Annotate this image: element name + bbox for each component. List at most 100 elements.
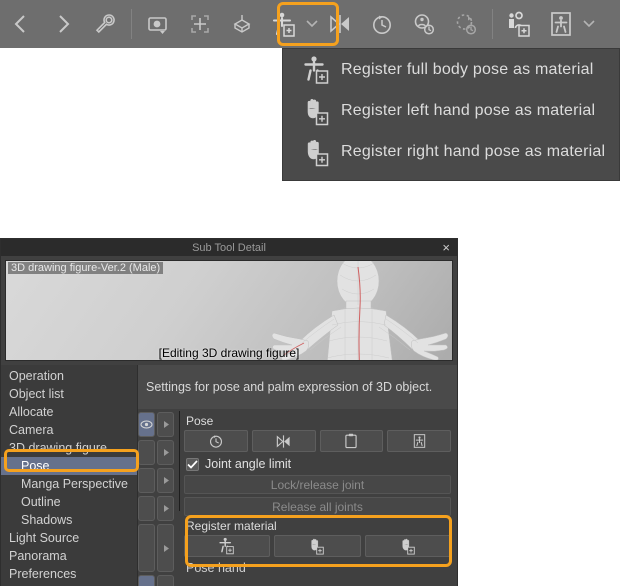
register-pose-dropdown-chevron[interactable]	[305, 2, 319, 46]
paste-pose-button[interactable]	[319, 430, 384, 452]
eye-icon[interactable]	[138, 496, 155, 521]
panel-content-pane: Settings for pose and palm expression of…	[138, 365, 457, 586]
tool-settings-button[interactable]	[84, 2, 126, 46]
register-material-section: Register material	[184, 519, 451, 557]
pose-section-label: Pose	[186, 414, 214, 428]
head-rotate-icon	[412, 12, 436, 36]
panel-title-bar: Sub Tool Detail ×	[1, 239, 457, 256]
left-hand-plus-icon	[297, 96, 337, 126]
eye-icon[interactable]	[138, 412, 155, 437]
rotate-object-button[interactable]	[221, 2, 263, 46]
two-figures-plus-icon	[506, 11, 532, 37]
sidebar-item-pose[interactable]: Pose	[1, 457, 137, 475]
toolbar	[0, 0, 620, 48]
rotate-dashed-button[interactable]	[445, 2, 487, 46]
head-rotate-button[interactable]	[403, 2, 445, 46]
sidebar-item-object-list[interactable]: Object list	[1, 385, 137, 403]
figure-plus-icon	[271, 11, 297, 37]
sidebar-item-panorama[interactable]: Panorama	[1, 547, 137, 565]
register-pose-material-button[interactable]	[263, 2, 305, 46]
menu-item-label: Register full body pose as material	[341, 60, 594, 78]
move-crosshair-icon	[188, 12, 212, 36]
full-body-figure-plus-icon	[297, 55, 337, 85]
sidebar-item-allocate[interactable]: Allocate	[1, 403, 137, 421]
eye-icon[interactable]	[138, 524, 155, 572]
wrench-icon	[93, 12, 117, 36]
sidebar-item-light-source[interactable]: Light Source	[1, 529, 137, 547]
menu-item-label: Register right hand pose as material	[341, 142, 606, 160]
rotate-dashed-icon	[454, 12, 478, 36]
toolbar-overflow-chevron[interactable]	[582, 2, 596, 46]
camera-angle-button[interactable]	[137, 2, 179, 46]
joint-angle-limit-checkbox[interactable]	[186, 457, 199, 471]
camera-icon	[146, 12, 170, 36]
eye-icon[interactable]	[138, 468, 155, 493]
sidebar-item-camera[interactable]: Camera	[1, 421, 137, 439]
toolbar-separator-2	[492, 9, 493, 39]
sidebar-item-3d-drawing-figure[interactable]: 3D drawing figure	[1, 439, 137, 457]
framed-figure-icon	[548, 11, 574, 37]
mirror-icon	[328, 13, 352, 35]
toggle-row	[138, 440, 178, 465]
next-object-button[interactable]	[42, 2, 84, 46]
sidebar-item-manga-perspective[interactable]: Manga Perspective	[1, 475, 137, 493]
sub-tool-detail-panel: Sub Tool Detail × 3D drawing figure-Ver.…	[0, 238, 458, 586]
toolbar-separator-1	[131, 9, 132, 39]
expand-triangle-icon[interactable]	[157, 524, 174, 572]
register-material-button-row	[184, 535, 451, 557]
3d-box-icon	[230, 12, 254, 36]
lock-release-joint-button[interactable]: Lock/release joint	[184, 475, 451, 494]
figure-frame-button[interactable]	[540, 2, 582, 46]
expand-triangle-icon[interactable]	[157, 575, 174, 586]
joint-angle-limit-row[interactable]: Joint angle limit	[186, 457, 451, 471]
expand-triangle-icon[interactable]	[157, 440, 174, 465]
chevron-left-icon	[11, 13, 31, 35]
eye-icon[interactable]	[138, 575, 155, 586]
pose-hand-label: Pose hand	[186, 561, 246, 575]
menu-item-register-right-hand[interactable]: Register right hand pose as material	[283, 131, 619, 172]
preview-object-name: 3D drawing figure-Ver.2 (Male)	[8, 262, 164, 274]
toggle-row	[138, 468, 178, 493]
pose-settings-column: Pose Joint angle limit Lock/release join…	[180, 409, 457, 586]
expand-triangle-icon[interactable]	[157, 496, 174, 521]
reset-pose-button[interactable]	[184, 430, 248, 452]
register-left-hand-button[interactable]	[274, 535, 361, 557]
screenshot-root: Register full body pose as material Regi…	[0, 0, 620, 586]
toggle-row	[138, 524, 178, 572]
close-icon[interactable]: ×	[442, 240, 450, 255]
toggle-row	[138, 575, 178, 586]
menu-item-label: Register left hand pose as material	[341, 101, 596, 119]
menu-item-register-left-hand[interactable]: Register left hand pose as material	[283, 90, 619, 131]
panel-category-list: Operation Object list Allocate Camera 3D…	[1, 365, 138, 586]
pose-scanner-button[interactable]	[387, 430, 451, 452]
pane-description: Settings for pose and palm expression of…	[138, 365, 457, 409]
register-right-hand-button[interactable]	[364, 535, 451, 557]
expand-triangle-icon[interactable]	[157, 412, 174, 437]
register-material-label: Register material	[186, 519, 277, 533]
chevron-right-icon	[53, 13, 73, 35]
mirror-pose-button[interactable]	[251, 430, 316, 452]
expand-triangle-icon[interactable]	[157, 468, 174, 493]
panel-title: Sub Tool Detail	[192, 241, 266, 254]
move-object-button[interactable]	[179, 2, 221, 46]
sidebar-item-outline[interactable]: Outline	[1, 493, 137, 511]
toggle-row	[138, 412, 178, 437]
reset-clock-icon	[370, 12, 394, 36]
sidebar-item-preferences[interactable]: Preferences	[1, 565, 137, 583]
sidebar-item-shadows[interactable]: Shadows	[1, 511, 137, 529]
right-hand-plus-icon	[297, 137, 337, 167]
sidebar-item-operation[interactable]: Operation	[1, 367, 137, 385]
register-pose-dropdown-menu: Register full body pose as material Regi…	[282, 48, 620, 181]
menu-item-register-full-body[interactable]: Register full body pose as material	[283, 49, 619, 90]
figure-preview[interactable]: 3D drawing figure-Ver.2 (Male) [Editing …	[5, 260, 453, 361]
joint-angle-limit-label: Joint angle limit	[205, 457, 292, 471]
visibility-toggle-column	[138, 409, 178, 586]
eye-icon[interactable]	[138, 440, 155, 465]
release-all-joints-button[interactable]: Release all joints	[184, 497, 451, 516]
panel-body: Operation Object list Allocate Camera 3D…	[1, 365, 457, 586]
register-full-body-button[interactable]	[184, 535, 271, 557]
reset-pose-button[interactable]	[361, 2, 403, 46]
previous-object-button[interactable]	[0, 2, 42, 46]
mirror-pose-button[interactable]	[319, 2, 361, 46]
add-figure-button[interactable]	[498, 2, 540, 46]
